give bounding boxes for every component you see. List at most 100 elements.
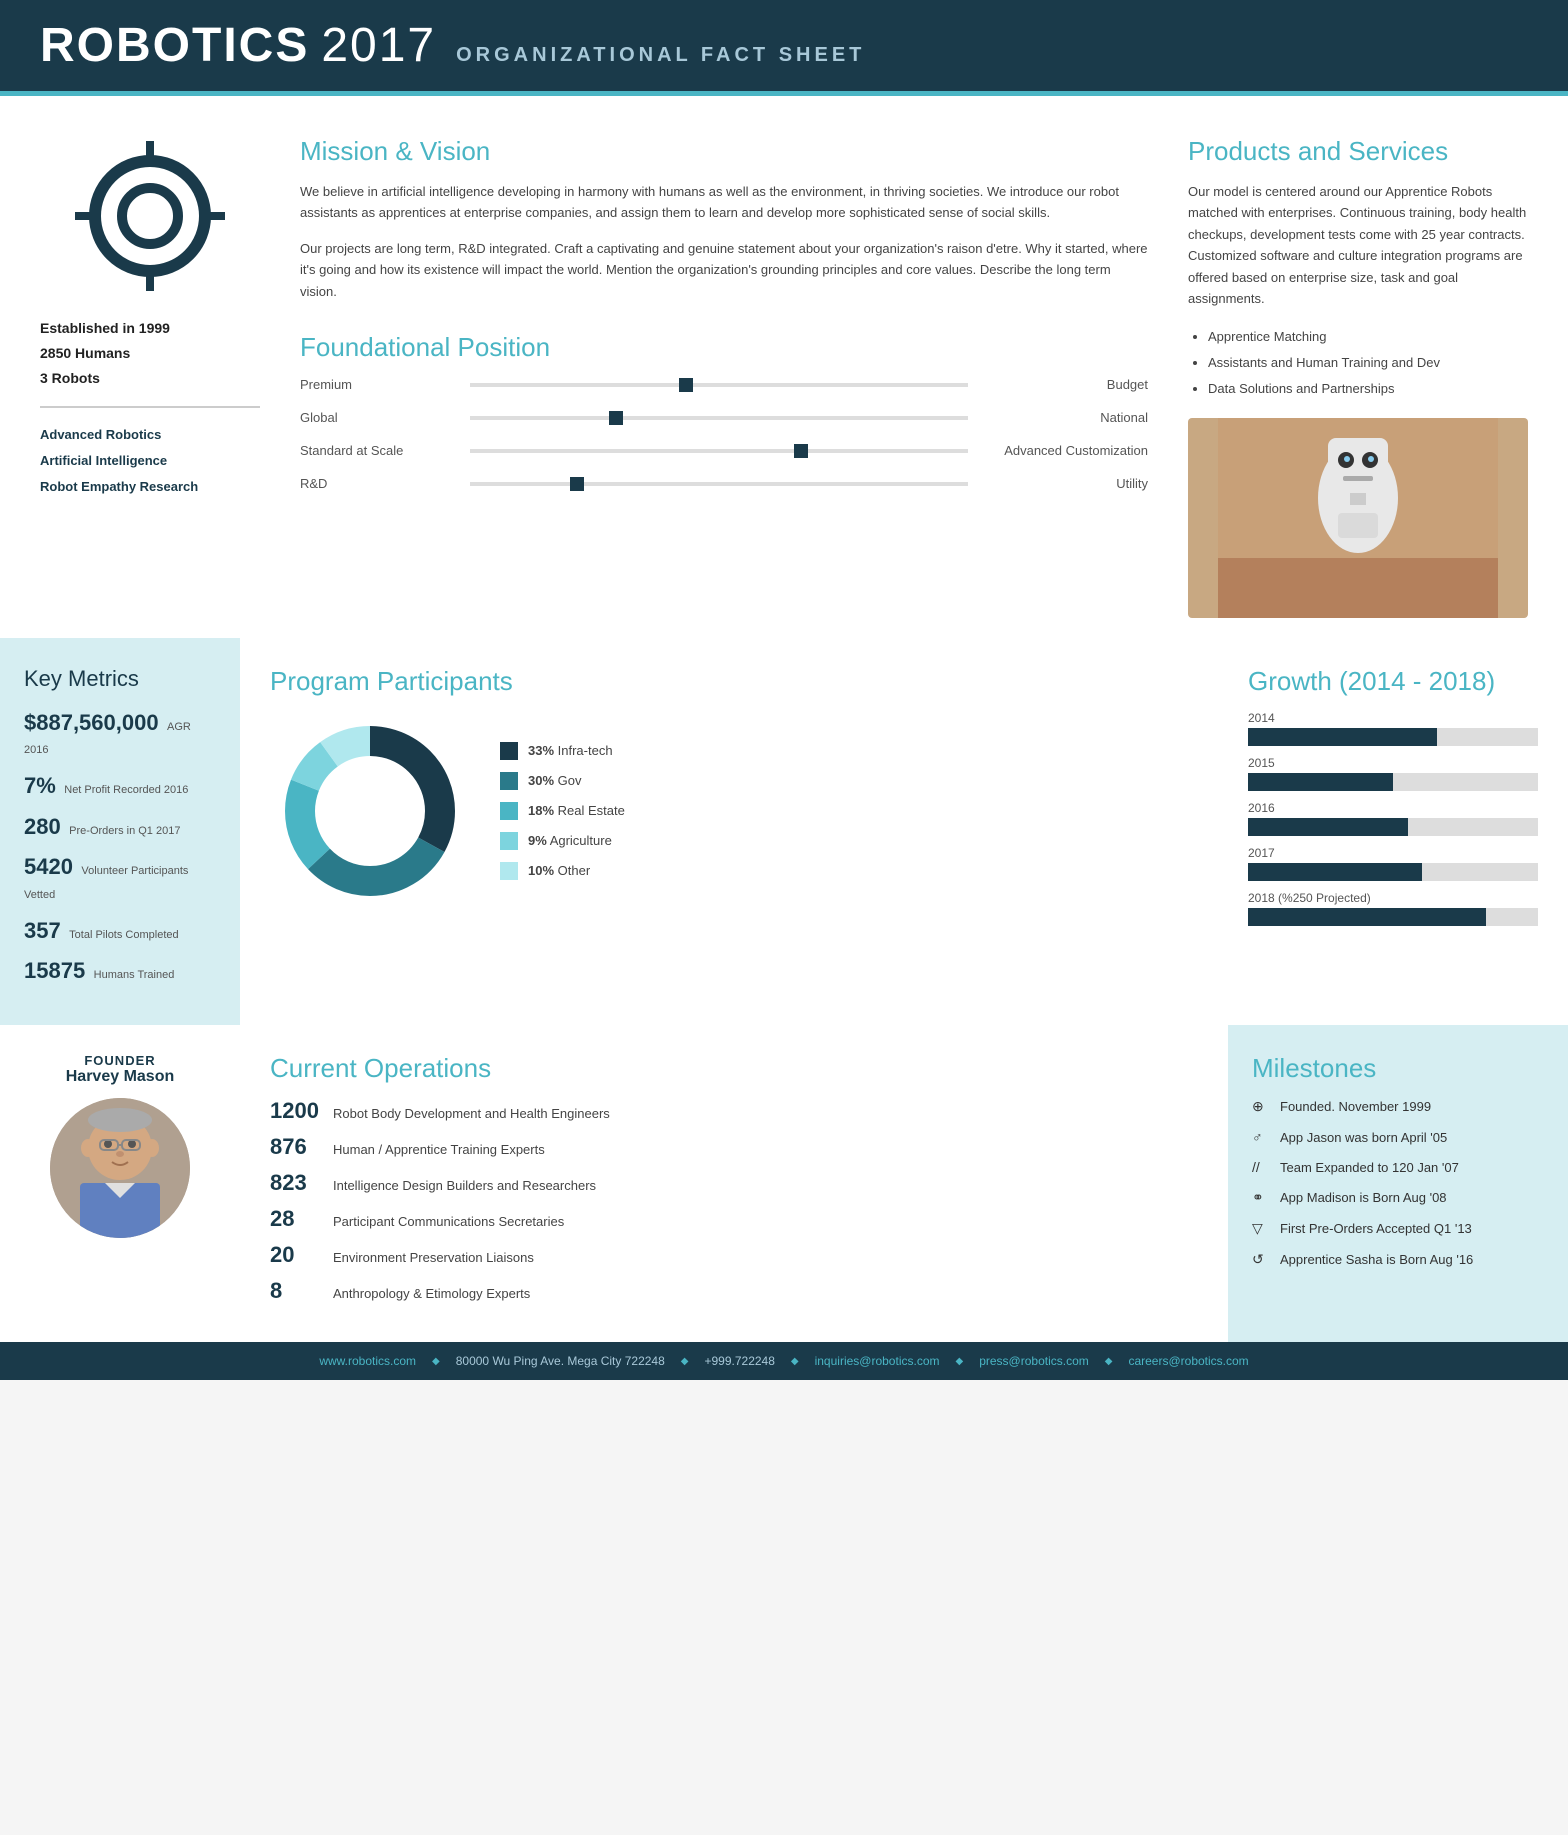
metric-humans-label: Humans Trained	[94, 969, 175, 981]
milestones-title: Milestones	[1252, 1053, 1544, 1084]
milestone-icon-6: ↺	[1252, 1251, 1270, 1268]
milestones-section: Milestones ⊕ Founded. November 1999 ♂ Ap…	[1228, 1025, 1568, 1342]
growth-bar-2016	[1248, 818, 1408, 836]
growth-row-2015: 2015	[1248, 756, 1538, 791]
milestone-3: // Team Expanded to 120 Jan '07	[1252, 1159, 1544, 1175]
growth-track-2015	[1248, 773, 1538, 791]
metric-profit-value: 7%	[24, 773, 56, 798]
pos-label-national: National	[968, 410, 1148, 425]
op-28-label: Participant Communications Secretaries	[333, 1214, 564, 1229]
pos-label-premium: Premium	[300, 377, 470, 392]
footer-email3[interactable]: careers@robotics.com	[1128, 1354, 1248, 1368]
middle-column: Mission & Vision We believe in artificia…	[300, 136, 1148, 618]
footer: www.robotics.com ◆ 80000 Wu Ping Ave. Me…	[0, 1342, 1568, 1380]
position-row-1: Premium Budget	[300, 377, 1148, 392]
established-line: Established in 1999	[40, 316, 260, 341]
metric-preorders: 280 Pre-Orders in Q1 2017	[24, 812, 216, 843]
growth-row-2018: 2018 (%250 Projected)	[1248, 891, 1538, 926]
footer-website[interactable]: www.robotics.com	[319, 1354, 416, 1368]
operations-section: Current Operations 1200 Robot Body Devel…	[240, 1025, 1228, 1342]
op-8: 8 Anthropology & Etimology Experts	[270, 1278, 1198, 1304]
op-20: 20 Environment Preservation Liaisons	[270, 1242, 1198, 1268]
op-28: 28 Participant Communications Secretarie…	[270, 1206, 1198, 1232]
footer-diamond-3: ◆	[791, 1356, 799, 1367]
metric-preorders-value: 280	[24, 814, 61, 839]
metric-pilots-value: 357	[24, 918, 61, 943]
pos-label-utility: Utility	[968, 476, 1148, 491]
pos-label-standard: Standard at Scale	[300, 443, 470, 458]
growth-year-2017: 2017	[1248, 846, 1538, 860]
metric-volunteers-value: 5420	[24, 854, 73, 879]
growth-title: Growth (2014 - 2018)	[1248, 666, 1538, 697]
milestone-text-1: Founded. November 1999	[1280, 1099, 1431, 1114]
milestone-text-3: Team Expanded to 120 Jan '07	[1280, 1160, 1459, 1175]
position-row-2: Global National	[300, 410, 1148, 425]
op-8-label: Anthropology & Etimology Experts	[333, 1286, 530, 1301]
foundational-section: Foundational Position Premium Budget Glo…	[300, 332, 1148, 491]
product-3: Data Solutions and Partnerships	[1208, 376, 1528, 402]
op-28-value: 28	[270, 1206, 325, 1232]
humans-line: 2850 Humans	[40, 341, 260, 366]
growth-bar-2014	[1248, 728, 1437, 746]
metrics-title: Key Metrics	[24, 666, 216, 692]
footer-diamond-1: ◆	[432, 1356, 440, 1367]
growth-row-2014: 2014	[1248, 711, 1538, 746]
expertise-3: Robot Empathy Research	[40, 474, 260, 500]
metrics-section: Key Metrics $887,560,000 AGR 2016 7% Net…	[0, 638, 1568, 1026]
milestone-icon-5: ▽	[1252, 1220, 1270, 1237]
header-title-bold: ROBOTICS	[40, 18, 309, 73]
donut-svg	[270, 711, 470, 911]
growth-track-2018	[1248, 908, 1538, 926]
foundational-title: Foundational Position	[300, 332, 1148, 363]
founder-avatar-svg	[50, 1098, 190, 1238]
products-body: Our model is centered around our Apprent…	[1188, 181, 1528, 310]
position-row-3: Standard at Scale Advanced Customization	[300, 443, 1148, 458]
op-823-label: Intelligence Design Builders and Researc…	[333, 1178, 596, 1193]
position-chart: Premium Budget Global National	[300, 377, 1148, 491]
op-20-label: Environment Preservation Liaisons	[333, 1250, 534, 1265]
pos-track-4	[470, 482, 968, 486]
milestone-5: ▽ First Pre-Orders Accepted Q1 '13	[1252, 1220, 1544, 1237]
growth-row-2016: 2016	[1248, 801, 1538, 836]
growth-section: Growth (2014 - 2018) 2014 2015 2016	[1228, 638, 1568, 1026]
growth-track-2016	[1248, 818, 1538, 836]
pos-dot-1	[679, 378, 693, 392]
milestone-icon-3: //	[1252, 1159, 1270, 1175]
metric-pilots-label: Total Pilots Completed	[69, 929, 178, 941]
footer-email2[interactable]: press@robotics.com	[979, 1354, 1089, 1368]
expertise-list: Advanced Robotics Artificial Intelligenc…	[40, 422, 260, 500]
growth-year-2018: 2018 (%250 Projected)	[1248, 891, 1538, 905]
growth-bar-2018	[1248, 908, 1486, 926]
logo-circle	[70, 136, 230, 296]
legend-realestate: 18% Real Estate	[500, 802, 625, 820]
legend-other: 10% Other	[500, 862, 625, 880]
milestone-icon-2: ♂	[1252, 1129, 1270, 1145]
legend-dot-other	[500, 862, 518, 880]
expertise-1: Advanced Robotics	[40, 422, 260, 448]
donut-row: 33% Infra-tech 30% Gov 18% Real Estate 9…	[270, 711, 1198, 911]
op-876: 876 Human / Apprentice Training Experts	[270, 1134, 1198, 1160]
footer-phone: +999.722248	[704, 1354, 774, 1368]
legend-items: 33% Infra-tech 30% Gov 18% Real Estate 9…	[500, 742, 625, 880]
pos-label-advanced: Advanced Customization	[968, 443, 1148, 458]
footer-email1[interactable]: inquiries@robotics.com	[815, 1354, 940, 1368]
metric-agr-value: $887,560,000	[24, 710, 159, 735]
legend-dot-agriculture	[500, 832, 518, 850]
op-20-value: 20	[270, 1242, 325, 1268]
product-1: Apprentice Matching	[1208, 324, 1528, 350]
milestone-4: ⚭ App Madison is Born Aug '08	[1252, 1189, 1544, 1206]
legend-dot-gov	[500, 772, 518, 790]
milestone-text-4: App Madison is Born Aug '08	[1280, 1190, 1447, 1205]
op-823: 823 Intelligence Design Builders and Res…	[270, 1170, 1198, 1196]
established-info: Established in 1999 2850 Humans 3 Robots	[40, 316, 260, 392]
pos-dot-4	[570, 477, 584, 491]
op-876-value: 876	[270, 1134, 325, 1160]
milestone-text-5: First Pre-Orders Accepted Q1 '13	[1280, 1221, 1472, 1236]
top-section: Established in 1999 2850 Humans 3 Robots…	[0, 96, 1568, 638]
op-1200: 1200 Robot Body Development and Health E…	[270, 1098, 1198, 1124]
legend-label-gov: 30% Gov	[528, 773, 582, 788]
product-2: Assistants and Human Training and Dev	[1208, 350, 1528, 376]
pos-label-global: Global	[300, 410, 470, 425]
header: ROBOTICS 2017 ORGANIZATIONAL FACT SHEET	[0, 0, 1568, 91]
header-subtitle: ORGANIZATIONAL FACT SHEET	[456, 44, 865, 67]
